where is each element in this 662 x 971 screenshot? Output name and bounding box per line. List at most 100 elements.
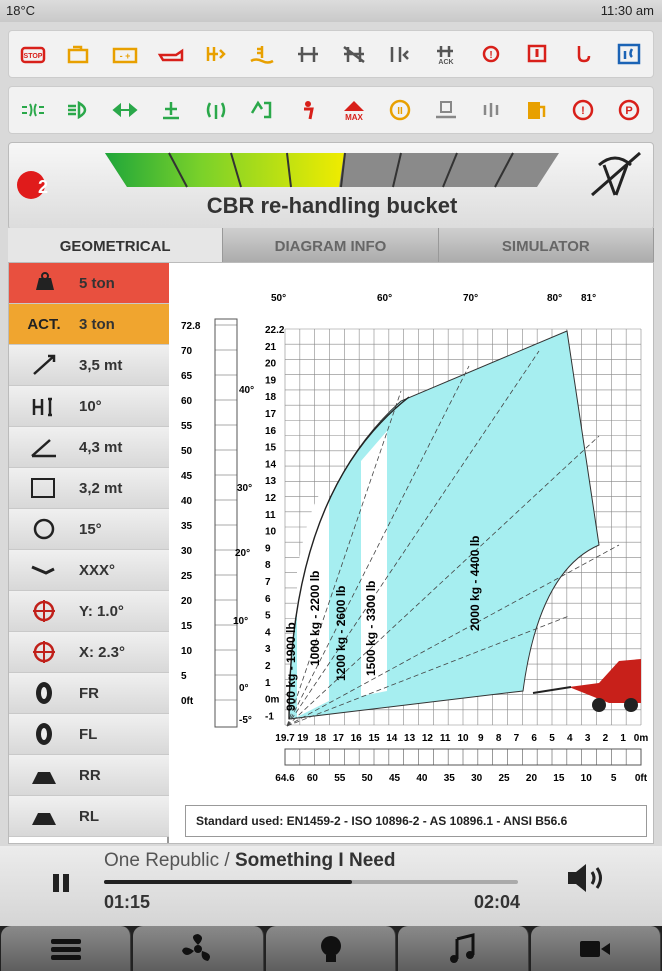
svg-text:II: II bbox=[397, 106, 403, 117]
parameter-row: 3,2 mt bbox=[9, 468, 169, 509]
volume-button[interactable] bbox=[564, 860, 610, 901]
tire-icon bbox=[9, 680, 79, 706]
x-ft-tick-label: 45 bbox=[389, 773, 401, 784]
parameter-value: RL bbox=[79, 807, 99, 825]
turn-indicators-icon bbox=[109, 94, 141, 126]
stabilizer-icon bbox=[9, 803, 79, 829]
level-y-icon bbox=[9, 598, 79, 624]
clock: 11:30 am bbox=[600, 3, 654, 18]
svg-text:- +: - + bbox=[119, 51, 130, 61]
m-tick-label: 7 bbox=[265, 577, 271, 588]
music-button[interactable] bbox=[398, 926, 529, 971]
x-ft-tick-label: 64.6 bbox=[275, 773, 295, 784]
zone-label: 1200 kg - 2600 lb bbox=[334, 586, 348, 681]
hook-warning-icon bbox=[567, 38, 599, 70]
ft-tick-label: 65 bbox=[181, 371, 193, 382]
x-m-tick-label: 17 bbox=[333, 733, 345, 744]
radio-remote-icon bbox=[200, 94, 232, 126]
tab-diagram-info[interactable]: DIAGRAM INFO bbox=[223, 228, 439, 264]
ft-scale-box bbox=[214, 318, 238, 728]
m-tick-label: 8 bbox=[265, 560, 271, 571]
parameter-row: FL bbox=[9, 714, 169, 755]
battery-icon: - + bbox=[109, 38, 141, 70]
x-ft-tick-label: 30 bbox=[471, 773, 483, 784]
angle-label: 70° bbox=[463, 293, 478, 304]
weight-icon bbox=[9, 270, 79, 296]
menu-button[interactable] bbox=[1, 926, 132, 971]
x-m-tick-label: 11 bbox=[440, 733, 451, 744]
parameter-row: 4,3 mt bbox=[9, 427, 169, 468]
tab-geometrical[interactable]: GEOMETRICAL bbox=[8, 228, 224, 264]
parking-lights-icon bbox=[17, 94, 49, 126]
axle-lock-icon bbox=[292, 38, 324, 70]
x-m-tick-label: 1 bbox=[620, 733, 626, 744]
x-m-tick-label: 8 bbox=[496, 733, 502, 744]
m-tick-label: 19 bbox=[265, 375, 277, 386]
ft-tick-label: 60 bbox=[181, 396, 193, 407]
engine-stop-icon: STOP bbox=[17, 38, 49, 70]
parameter-row: FR bbox=[9, 673, 169, 714]
x-m-tick-label: 14 bbox=[386, 733, 398, 744]
parameter-row: RR bbox=[9, 755, 169, 796]
angle-label: -5° bbox=[239, 715, 252, 726]
ft-tick-label: 10 bbox=[181, 646, 193, 657]
ft-tick-label: 30 bbox=[181, 546, 193, 557]
x-m-tick-label: 4 bbox=[567, 733, 573, 744]
parameter-label: ACT. bbox=[27, 315, 61, 333]
ft-tick-label: 35 bbox=[181, 521, 193, 532]
angle-label: 40° bbox=[239, 385, 254, 396]
angle-label: 20° bbox=[235, 548, 250, 559]
tab-simulator[interactable]: SIMULATOR bbox=[438, 228, 654, 264]
parameter-value: 4,3 mt bbox=[79, 438, 123, 456]
m-tick-label: 5 bbox=[265, 611, 271, 622]
status-bar: 18°C 11:30 am bbox=[0, 0, 662, 22]
warning-lights-row-2: MAX II ! P bbox=[8, 86, 654, 134]
track-info: One Republic / Something I Need bbox=[104, 850, 395, 872]
brake-warning-icon: ! bbox=[475, 38, 507, 70]
parameter-value: 3,5 mt bbox=[79, 356, 123, 374]
parameter-sidebar: 5 ton ACT. 3 ton 3,5 mt 10° 4,3 mt 3,2 mt 15° XX… bbox=[9, 263, 169, 843]
progress-track[interactable] bbox=[104, 880, 518, 884]
angle-label: 80° bbox=[547, 293, 562, 304]
x-ft-tick-label: 55 bbox=[334, 773, 346, 784]
x-m-tick-label: 18 bbox=[315, 733, 327, 744]
m-tick-label: 6 bbox=[265, 594, 271, 605]
parameter-row: 3,5 mt bbox=[9, 345, 169, 386]
angle-label: 81° bbox=[581, 293, 596, 304]
x-ft-tick-label: 10 bbox=[581, 773, 593, 784]
hand-brake-icon bbox=[475, 94, 507, 126]
angle-icon bbox=[9, 434, 79, 460]
ft-tick-label: 45 bbox=[181, 471, 193, 482]
x-m-tick-label: 7 bbox=[514, 733, 520, 744]
x-m-tick-label: 19 bbox=[297, 733, 309, 744]
level-x-icon bbox=[9, 639, 79, 665]
light-button[interactable] bbox=[265, 926, 397, 971]
progress-fill bbox=[104, 880, 353, 884]
x-ft-tick-label: 5 bbox=[611, 773, 617, 784]
m-tick-label: 18 bbox=[265, 392, 277, 403]
parameter-row: X: 2.3° bbox=[9, 632, 169, 673]
operator-seat-icon bbox=[292, 94, 324, 126]
x-m-tick-label: 0m bbox=[634, 733, 649, 744]
m-tick-label: -1 bbox=[265, 711, 274, 722]
axle-lock-off-icon bbox=[338, 38, 370, 70]
gear-II-icon: II bbox=[384, 94, 416, 126]
ft-tick-label: 20 bbox=[181, 596, 193, 607]
total-time: 02:04 bbox=[474, 892, 521, 912]
ft-tick-label: 50 bbox=[181, 446, 193, 457]
x-m-tick-label: 6 bbox=[531, 733, 537, 744]
m-tick-label: 21 bbox=[265, 342, 277, 353]
fan-button[interactable] bbox=[133, 926, 264, 971]
m-tick-label: 10 bbox=[265, 527, 277, 538]
camera-button[interactable] bbox=[530, 926, 662, 971]
speaker-icon bbox=[568, 864, 602, 892]
x-ft-tick-label: 0ft bbox=[635, 773, 648, 784]
x-m-tick-label: 13 bbox=[404, 733, 416, 744]
parameter-row: RL bbox=[9, 796, 169, 837]
m-tick-label: 13 bbox=[265, 476, 277, 487]
boom-suspension-icon bbox=[246, 94, 278, 126]
parameter-value: 3 ton bbox=[79, 315, 115, 333]
warning-lights-row-1: STOP - + ACK ! bbox=[8, 30, 654, 78]
telehandler-wheel bbox=[592, 698, 606, 712]
pause-button[interactable] bbox=[50, 872, 72, 894]
